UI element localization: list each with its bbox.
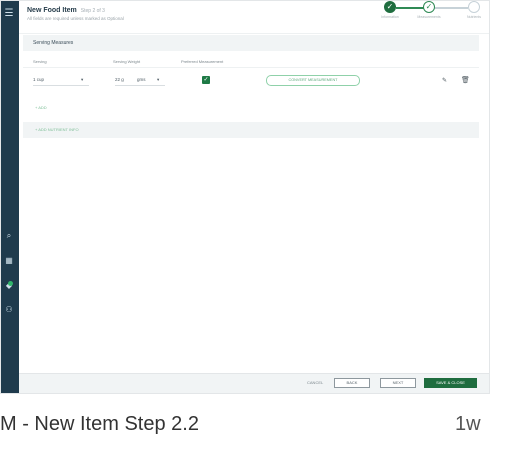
section-title: Serving Measures	[33, 40, 74, 46]
grid-icon[interactable]: ▦	[4, 256, 14, 266]
next-button[interactable]: NEXT	[380, 378, 416, 388]
save-close-button[interactable]: SAVE & CLOSE	[424, 378, 477, 388]
serving-measures-header: Serving Measures	[23, 35, 479, 51]
trash-icon[interactable]: 🗑	[461, 76, 470, 84]
back-button[interactable]: BACK	[334, 378, 370, 388]
step-label: Step 2 of 3	[80, 8, 105, 14]
cancel-button[interactable]: CANCEL	[307, 380, 323, 385]
serving-underline	[33, 85, 89, 86]
convert-measurement-button[interactable]: CONVERT MEASUREMENT	[266, 75, 360, 86]
check-icon: ✓	[425, 2, 433, 11]
people-icon[interactable]: ⚇	[4, 305, 14, 315]
col-serving: Serving	[33, 59, 47, 64]
page-title-text: New Food Item	[27, 7, 77, 14]
dropdown-caret-icon[interactable]: ▾	[81, 77, 83, 83]
add-nutrient-link[interactable]: + ADD NUTRIENT INFO	[35, 127, 79, 132]
col-serving-weight: Serving Weight	[113, 59, 141, 64]
weight-input[interactable]: 22 g	[115, 77, 124, 82]
active-indicator	[8, 281, 13, 286]
edit-icon[interactable]: ✎	[442, 77, 447, 84]
page-header: New Food Item Step 2 of 3 All fields are …	[19, 1, 489, 34]
step-label-3: Nutrients	[466, 15, 481, 19]
search-icon[interactable]: ⌕	[4, 231, 14, 241]
footer-bar: CANCEL BACK NEXT SAVE & CLOSE	[19, 373, 489, 393]
col-preferred: Preferred Measurement	[181, 59, 224, 64]
stepper-connector	[434, 7, 468, 9]
screenshot-thumbnail[interactable]: ☰ ⌕ ▦ ◆ ⚇ New Food ItemStep 2 of 3 All f…	[0, 0, 490, 394]
main-content: New Food Item Step 2 of 3 All fields are …	[19, 1, 489, 393]
nav-rail: ☰ ⌕ ▦ ◆ ⚇	[1, 1, 19, 393]
check-icon: ✓	[386, 2, 394, 11]
step-3-pending[interactable]	[468, 1, 480, 13]
timestamp: 1w	[455, 413, 481, 435]
progress-stepper: ✓ ✓ Information Measurements Nutrients	[376, 1, 486, 31]
thumbnail-caption: M - New Item Step 2.2	[0, 413, 199, 435]
dropdown-caret-icon[interactable]: ▾	[157, 77, 159, 83]
step-label-2: Measurements	[417, 15, 441, 19]
menu-icon[interactable]: ☰	[4, 9, 14, 19]
divider	[23, 67, 479, 68]
add-measure-link[interactable]: + ADD	[35, 105, 47, 110]
preferred-checkbox[interactable]: ✓	[202, 76, 210, 84]
page-title: New Food Item Step 2 of 3	[27, 7, 105, 14]
page-subtitle: All fields are required unless marked as…	[27, 16, 124, 21]
measurement-row: 1 cup ▾ 22 g gms ▾ ✓ CONVERT MEASUREMENT…	[19, 72, 489, 88]
unit-select[interactable]: gms	[137, 77, 146, 82]
stepper-connector	[396, 7, 424, 9]
step-label-1: Information	[381, 15, 399, 19]
nutrient-info-bar[interactable]: + ADD NUTRIENT INFO	[23, 122, 479, 138]
weight-underline	[115, 85, 165, 86]
serving-input[interactable]: 1 cup	[33, 77, 44, 82]
